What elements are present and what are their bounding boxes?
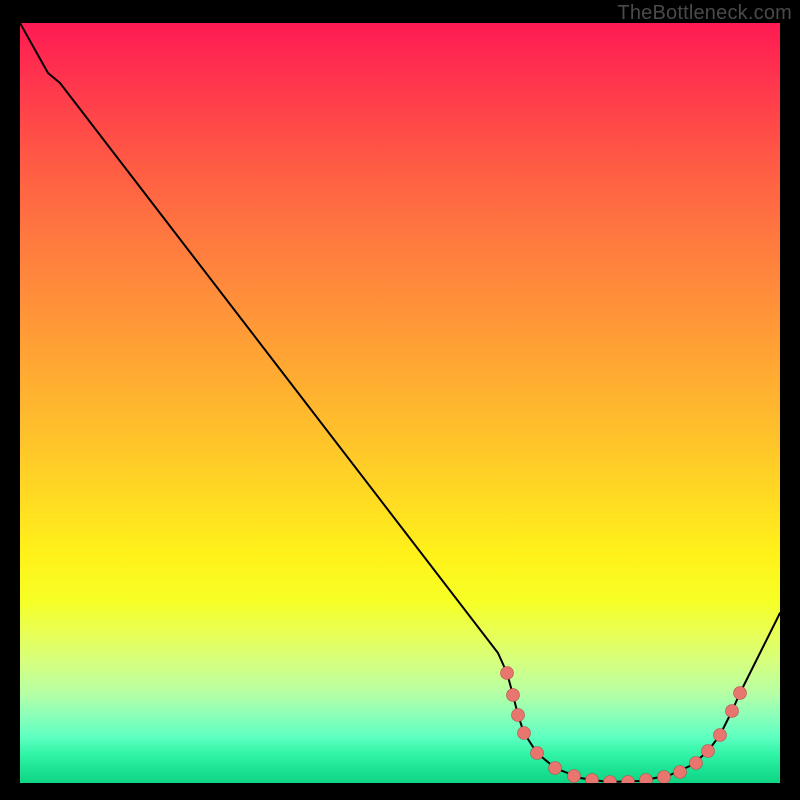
curve-dot bbox=[549, 762, 562, 775]
curve-dot bbox=[531, 747, 544, 760]
watermark-text: TheBottleneck.com bbox=[617, 2, 792, 25]
curve-dot bbox=[518, 727, 531, 740]
curve-dot bbox=[640, 774, 653, 784]
curve-dot bbox=[702, 745, 715, 758]
curve-dot bbox=[690, 757, 703, 770]
curve-dots bbox=[501, 667, 747, 784]
curve-dot bbox=[512, 709, 525, 722]
curve-dot bbox=[604, 776, 617, 784]
curve-dot bbox=[726, 705, 739, 718]
curve-dot bbox=[501, 667, 514, 680]
curve-dot bbox=[622, 776, 635, 784]
curve-dot bbox=[658, 771, 671, 784]
curve-dot bbox=[586, 774, 599, 784]
curve-dot bbox=[734, 687, 747, 700]
curve-dot bbox=[674, 766, 687, 779]
plot-area bbox=[20, 23, 780, 783]
chart-frame: TheBottleneck.com bbox=[0, 0, 800, 800]
curve-dot bbox=[568, 770, 581, 783]
bottleneck-curve bbox=[20, 23, 780, 782]
curve-dot bbox=[507, 689, 520, 702]
curve-dot bbox=[714, 729, 727, 742]
curve-layer bbox=[20, 23, 780, 783]
